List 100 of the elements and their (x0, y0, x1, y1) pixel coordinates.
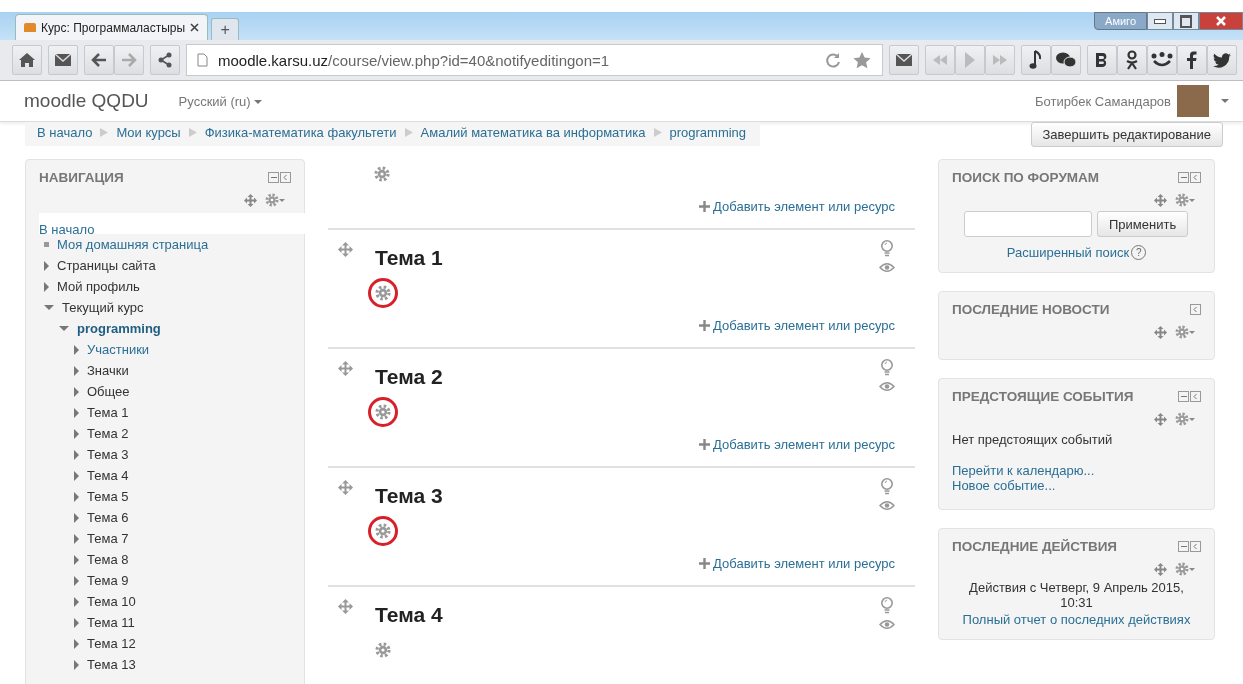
nav-item[interactable]: Общее (87, 384, 130, 399)
social-button[interactable] (1117, 45, 1147, 75)
finish-editing-button[interactable]: Завершить редактирование (1030, 122, 1223, 147)
expander-icon[interactable] (74, 470, 79, 481)
add-activity-link[interactable]: Добавить элемент или ресурс (713, 318, 895, 333)
expander-icon[interactable] (74, 344, 79, 355)
nav-item[interactable]: Тема 6 (87, 510, 129, 525)
expander-icon[interactable] (74, 428, 79, 439)
social-button[interactable] (1207, 45, 1237, 75)
dock-icon[interactable] (1190, 391, 1201, 402)
expander-icon[interactable] (74, 365, 79, 376)
nav-item[interactable]: Тема 8 (87, 552, 129, 567)
nav-item[interactable]: programming (77, 321, 161, 336)
nav-item[interactable]: Участники (87, 342, 150, 357)
eye-icon[interactable] (879, 262, 895, 273)
expander-icon[interactable] (44, 305, 54, 310)
full-report-link[interactable]: Полный отчет о последних действиях (962, 612, 1191, 627)
nav-item[interactable]: Тема 12 (87, 636, 136, 651)
nav-item[interactable]: В начало (39, 222, 95, 234)
nav-item[interactable]: Тема 2 (87, 426, 129, 441)
eye-icon[interactable] (879, 500, 895, 511)
social-button[interactable] (1087, 45, 1117, 75)
home-button[interactable] (12, 45, 42, 75)
nav-item[interactable]: Моя домашняя страница (57, 237, 209, 252)
reload-icon[interactable] (824, 51, 842, 69)
add-activity-link[interactable]: Добавить элемент или ресурс (713, 199, 895, 214)
nav-item[interactable]: Тема 7 (87, 531, 129, 546)
dock-icon[interactable] (1190, 541, 1201, 552)
gear-menu-icon[interactable] (1175, 562, 1195, 576)
nav-item[interactable]: Страницы сайта (57, 258, 156, 273)
expander-icon[interactable] (74, 554, 79, 565)
move-icon[interactable] (338, 242, 353, 257)
lightbulb-icon[interactable] (880, 478, 894, 495)
mail-button[interactable] (889, 45, 919, 75)
search-field[interactable] (964, 211, 1092, 237)
nav-item[interactable]: Тема 10 (87, 594, 136, 609)
new-tab-button[interactable]: + (211, 18, 240, 40)
eye-icon[interactable] (879, 619, 895, 630)
nav-item[interactable]: Тема 11 (87, 615, 135, 630)
expander-icon[interactable] (74, 575, 79, 586)
nav-item[interactable]: Тема 4 (87, 468, 129, 483)
nav-item[interactable]: Тема 1 (87, 405, 129, 420)
nav-item[interactable]: Тема 3 (87, 447, 129, 462)
move-icon[interactable] (1154, 193, 1167, 207)
gear-menu-icon[interactable] (1175, 193, 1195, 207)
back-button[interactable] (84, 45, 114, 75)
collapse-icon[interactable] (268, 172, 279, 183)
nav-item[interactable]: Текущий курс (62, 300, 144, 315)
eye-icon[interactable] (879, 381, 895, 392)
star-icon[interactable] (852, 51, 872, 69)
dock-icon[interactable] (1190, 304, 1201, 315)
user-name[interactable]: Ботирбек Самандаров (1034, 93, 1171, 109)
close-button[interactable] (1199, 12, 1243, 30)
expander-icon[interactable] (74, 638, 79, 649)
lightbulb-icon[interactable] (880, 597, 894, 614)
close-icon[interactable] (190, 23, 200, 32)
nav-item[interactable]: Мой профиль (57, 279, 140, 294)
edit-gear-icon[interactable] (368, 278, 398, 308)
expander-icon[interactable] (74, 617, 79, 628)
browser-tab[interactable]: Курс: Программаластыры (15, 14, 209, 40)
gear-menu-icon[interactable] (1175, 325, 1195, 339)
expander-icon[interactable] (74, 407, 79, 418)
move-icon[interactable] (338, 599, 353, 614)
plus-icon[interactable] (699, 320, 711, 331)
minimize-button[interactable] (1147, 12, 1173, 30)
expander-icon[interactable] (44, 260, 49, 271)
move-icon[interactable] (338, 480, 353, 495)
apply-button[interactable]: Применить (1097, 211, 1189, 237)
music-button[interactable] (1021, 45, 1051, 75)
lightbulb-icon[interactable] (880, 359, 894, 376)
mail-button[interactable] (48, 45, 78, 75)
calendar-link[interactable]: Новое событие... (952, 478, 1056, 493)
collapse-icon[interactable] (1178, 391, 1189, 402)
breadcrumb-link[interactable]: В начало (37, 125, 93, 140)
site-brand[interactable]: moodle QQDU (24, 90, 149, 112)
breadcrumb-link[interactable]: Физика-математика факультети (204, 125, 397, 140)
move-icon[interactable] (244, 193, 257, 207)
expander-icon[interactable] (74, 659, 79, 670)
advanced-search-link[interactable]: Расширенный поиск (1006, 245, 1130, 260)
social-button[interactable] (1147, 45, 1177, 75)
expander-icon[interactable] (74, 449, 79, 460)
calendar-link[interactable]: Перейти к календарю... (952, 463, 1095, 478)
chat-button[interactable] (1051, 45, 1081, 75)
add-activity-link[interactable]: Добавить элемент или ресурс (713, 556, 895, 571)
expander-icon[interactable] (74, 512, 79, 523)
plus-icon[interactable] (699, 201, 711, 212)
nav-item[interactable]: Значки (87, 363, 129, 378)
expander-icon[interactable] (74, 533, 79, 544)
edit-gear-icon[interactable] (368, 516, 398, 546)
address-bar[interactable]: moodle.karsu.uz/course/view.php?id=40&notifyeditingon=1 (186, 44, 883, 76)
expander-icon[interactable] (44, 281, 49, 292)
share-button[interactable] (150, 45, 180, 75)
nav-item[interactable]: Тема 5 (87, 489, 129, 504)
restore-button[interactable] (1173, 12, 1199, 30)
breadcrumb-link[interactable]: Мои курсы (116, 125, 181, 140)
edit-gear-icon[interactable] (368, 397, 398, 427)
expander-icon[interactable] (74, 386, 79, 397)
language-menu[interactable]: Русский (ru) (178, 93, 263, 109)
lightbulb-icon[interactable] (880, 240, 894, 257)
nav-item[interactable]: Тема 13 (87, 657, 136, 672)
